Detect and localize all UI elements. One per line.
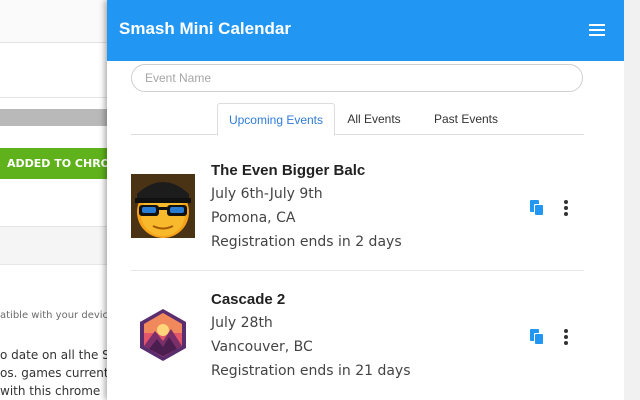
event-location: Pomona, CA <box>211 210 296 226</box>
background-divider <box>0 97 110 98</box>
event-thumbnail <box>131 303 195 367</box>
event-tabs: Upcoming Events All Events Past Events <box>131 103 584 136</box>
background-section <box>0 227 110 265</box>
event-name[interactable]: The Even Bigger Balc <box>211 162 365 179</box>
extension-popup: Smash Mini Calendar Upcoming Events All … <box>107 0 640 400</box>
background-text: with this chrome <box>0 384 101 398</box>
event-registration-status: Registration ends in 2 days <box>211 234 402 250</box>
scrollbar[interactable] <box>624 0 640 400</box>
event-list-item[interactable]: Cascade 2 July 28th Vancouver, BC Regist… <box>131 271 584 400</box>
app-header: Smash Mini Calendar <box>107 0 624 61</box>
background-band <box>0 109 110 126</box>
copy-icon[interactable] <box>529 199 545 217</box>
background-topbar <box>0 0 110 43</box>
background-text: os. games currently <box>0 366 110 380</box>
copy-icon[interactable] <box>529 328 545 346</box>
hamburger-menu-icon[interactable] <box>589 22 607 38</box>
more-vert-icon[interactable] <box>561 327 571 347</box>
event-location: Vancouver, BC <box>211 339 313 355</box>
more-vert-icon[interactable] <box>561 198 571 218</box>
event-dates: July 6th-July 9th <box>211 186 323 202</box>
event-dates: July 28th <box>211 315 273 331</box>
tab-past-events[interactable]: Past Events <box>419 103 513 135</box>
background-text: atible with your devic <box>0 310 109 321</box>
event-name[interactable]: Cascade 2 <box>211 291 285 308</box>
background-text: o date on all the Sm <box>0 348 110 362</box>
event-registration-status: Registration ends in 21 days <box>211 363 411 379</box>
background-page: ADDED TO CHROME atible with your devic o… <box>0 0 110 400</box>
event-search-input[interactable] <box>131 64 583 92</box>
tab-upcoming-events[interactable]: Upcoming Events <box>217 103 335 136</box>
tab-all-events[interactable]: All Events <box>339 103 409 135</box>
added-to-chrome-button[interactable]: ADDED TO CHROME <box>0 148 110 179</box>
event-thumbnail <box>131 174 195 238</box>
event-list-item[interactable]: The Even Bigger Balc July 6th-July 9th P… <box>131 142 584 271</box>
app-title: Smash Mini Calendar <box>119 19 291 38</box>
